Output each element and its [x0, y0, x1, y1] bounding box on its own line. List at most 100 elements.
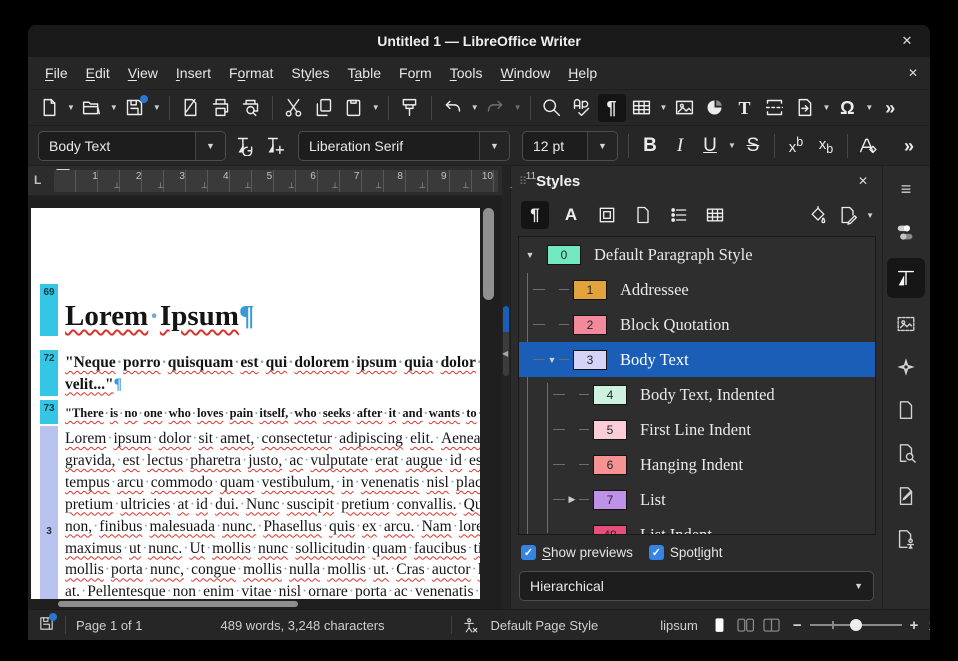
accessibility-check-icon[interactable] [462, 617, 479, 634]
font-name-combo[interactable]: Liberation Serif ▼ [298, 131, 510, 161]
table-styles-button[interactable] [701, 201, 729, 229]
print-icon[interactable] [207, 94, 235, 122]
vertical-scrollbar[interactable] [483, 196, 494, 599]
style-filter-dropdown[interactable]: Hierarchical ▼ [519, 571, 874, 601]
new-document-dropdown-icon[interactable]: ▼ [67, 103, 75, 112]
document-text[interactable]: Lorem·Ipsum¶ "Neque·porro·quisquam·est·q… [65, 208, 480, 599]
style-item-addressee[interactable]: 1Addressee [519, 272, 875, 307]
page-number-status[interactable]: Page 1 of 1 [76, 618, 143, 633]
tab-style-inspector-icon[interactable] [887, 436, 925, 470]
character-styles-button[interactable]: A [557, 201, 585, 229]
cut-icon[interactable] [280, 94, 308, 122]
window-close-icon[interactable]: ✕ [894, 25, 920, 57]
zoom-level-value[interactable]: 100% [928, 618, 930, 633]
chevron-down-icon[interactable]: ▼ [587, 132, 617, 160]
formatting-marks-icon[interactable]: ¶ [598, 94, 626, 122]
menu-edit[interactable]: Edit [77, 61, 119, 85]
clone-formatting-icon[interactable] [396, 94, 424, 122]
copy-icon[interactable] [310, 94, 338, 122]
horizontal-scrollbar-thumb[interactable] [58, 601, 298, 607]
superscript-button[interactable]: xb [782, 132, 810, 160]
paragraph-style-combo[interactable]: Body Text ▼ [38, 131, 226, 161]
menu-styles[interactable]: Styles [282, 61, 338, 85]
save-dropdown-icon[interactable]: ▼ [153, 103, 161, 112]
horizontal-ruler[interactable]: 1⊥2⊥3⊥4⊥5⊥6⊥7⊥8⊥9⊥10⊥11⊥ [54, 170, 498, 192]
chevron-down-icon[interactable]: ▼ [195, 132, 225, 160]
title-bar[interactable]: Untitled 1 — LibreOffice Writer ✕ [28, 25, 930, 57]
new-style-button[interactable] [261, 132, 289, 160]
book-view-button[interactable] [762, 616, 781, 635]
clear-formatting-button[interactable] [855, 132, 883, 160]
underline-button[interactable]: U [696, 132, 724, 160]
horizontal-scrollbar[interactable] [28, 599, 502, 609]
tab-navigator-icon[interactable] [887, 350, 925, 384]
font-size-combo[interactable]: 12 pt ▼ [522, 131, 618, 161]
new-document-icon[interactable] [35, 94, 63, 122]
chevron-down-icon[interactable]: ▼ [479, 132, 509, 160]
print-preview-icon[interactable] [237, 94, 265, 122]
find-replace-icon[interactable] [538, 94, 566, 122]
special-character-icon[interactable]: Ω [833, 94, 861, 122]
tab-stop-type-selector[interactable]: L [34, 173, 41, 187]
zoom-slider[interactable] [810, 624, 902, 626]
menu-tools[interactable]: Tools [441, 61, 492, 85]
style-item-default-paragraph-style[interactable]: ▼0Default Paragraph Style [519, 237, 875, 272]
special-character-dropdown-icon[interactable]: ▼ [865, 103, 873, 112]
style-item-body-text-indented[interactable]: 4Body Text, Indented [519, 377, 875, 412]
sidebar-splitter[interactable]: ◀ [502, 166, 510, 609]
style-item-body-text[interactable]: ▼3Body Text [519, 342, 875, 377]
paste-dropdown-icon[interactable]: ▼ [372, 103, 380, 112]
insert-chart-icon[interactable] [700, 94, 728, 122]
menu-insert[interactable]: Insert [167, 61, 220, 85]
document-body[interactable]: Lorem·ipsum·dolor·sit·amet,·consectetur·… [65, 428, 480, 599]
text-language-status[interactable]: lipsum [660, 618, 698, 633]
undo-icon[interactable] [439, 94, 467, 122]
formatting-toolbar-overflow-button[interactable]: » [895, 132, 923, 160]
show-previews-checkbox[interactable]: ✓ Show previews [521, 545, 633, 560]
menu-format[interactable]: Format [220, 61, 282, 85]
zoom-in-button[interactable]: + [910, 617, 919, 634]
page-break-icon[interactable] [760, 94, 788, 122]
new-style-from-selection-icon[interactable] [834, 201, 862, 229]
open-dropdown-icon[interactable]: ▼ [110, 103, 118, 112]
redo-icon[interactable] [482, 94, 510, 122]
underline-dropdown-icon[interactable]: ▼ [728, 141, 736, 150]
save-status-icon[interactable] [38, 615, 55, 635]
menu-table[interactable]: Table [339, 61, 391, 85]
redo-dropdown-icon[interactable]: ▼ [514, 103, 522, 112]
tab-gallery-icon[interactable] [887, 307, 925, 341]
list-styles-button[interactable] [665, 201, 693, 229]
export-pdf-icon[interactable] [177, 94, 205, 122]
tab-properties-icon[interactable] [887, 215, 925, 249]
menu-window[interactable]: Window [491, 61, 559, 85]
insert-field-icon[interactable] [790, 94, 818, 122]
style-item-list-indent[interactable]: 48List Indent [519, 517, 875, 535]
document-body-line[interactable]: mollis·porta·nunc,·congue·mollis·nulla·m… [65, 559, 480, 581]
spelling-icon[interactable] [568, 94, 596, 122]
subscript-button[interactable]: xb [812, 132, 840, 160]
fill-format-mode-icon[interactable] [804, 201, 832, 229]
menu-view[interactable]: View [119, 61, 167, 85]
document-body-line[interactable]: tempus·arcu·commodo·quam·vestibulum,·in·… [65, 472, 480, 494]
document-body-line[interactable]: at.·Pellentesque·non·enim·vitae·nisl·orn… [65, 581, 480, 599]
style-tree-list[interactable]: ▼0Default Paragraph Style1Addressee2Bloc… [518, 236, 876, 535]
toolbar-overflow-icon[interactable]: » [876, 94, 904, 122]
word-count-status[interactable]: 489 words, 3,248 characters [221, 618, 385, 633]
panel-drag-handle[interactable]: ⠿ [519, 175, 528, 188]
document-close-icon[interactable]: ✕ [908, 66, 918, 80]
document-page[interactable]: 69 72 73 3 Lorem·Ipsum¶ "Neque·porro·qui… [31, 208, 480, 599]
multi-page-view-button[interactable] [736, 616, 755, 635]
menu-form[interactable]: Form [390, 61, 441, 85]
update-style-button[interactable] [231, 132, 259, 160]
bold-button[interactable]: B [636, 132, 664, 160]
tab-manage-changes-icon[interactable] [887, 479, 925, 513]
style-item-list[interactable]: ▶7List [519, 482, 875, 517]
insert-table-icon[interactable] [628, 94, 656, 122]
sidebar-hide-handle[interactable]: ◀ [503, 306, 509, 376]
menu-help[interactable]: Help [559, 61, 606, 85]
zoom-out-button[interactable]: − [793, 617, 802, 634]
tab-accessibility-check-icon[interactable] [887, 522, 925, 556]
document-intro-line[interactable]: "There·is·no·one·who·loves·pain·itself,·… [65, 405, 480, 422]
insert-field-dropdown-icon[interactable]: ▼ [822, 103, 830, 112]
sidebar-menu-icon[interactable]: ≡ [887, 172, 925, 206]
